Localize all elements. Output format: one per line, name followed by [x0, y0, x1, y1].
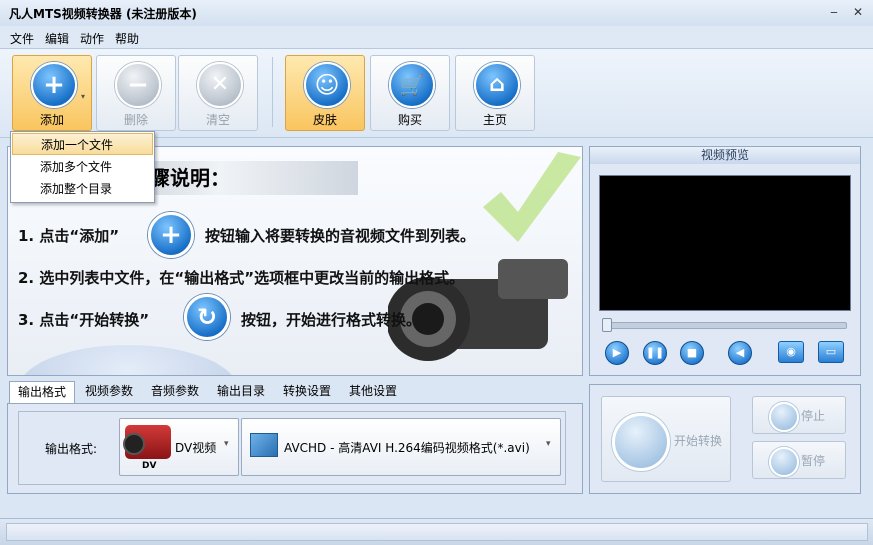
status-bar: [0, 518, 873, 545]
buy-label: 购买: [397, 113, 422, 127]
minimize-button[interactable]: ‒: [826, 5, 842, 19]
toolbar: + ▾ 添加 − 删除 ✕ 清空 ☺ 皮肤 🛒 购买 ⌂ 主页: [0, 48, 873, 138]
start-convert-button[interactable]: 开始转换: [601, 396, 731, 482]
skin-label: 皮肤: [312, 113, 337, 127]
buy-button[interactable]: 🛒 购买: [370, 55, 450, 131]
home-label: 主页: [482, 113, 507, 127]
step2-text: 2. 选中列表中文件，在“输出格式”选项框中更改当前的输出格式。: [18, 269, 465, 287]
convert-icon: ↻: [184, 294, 230, 340]
cart-icon: 🛒: [389, 62, 435, 108]
stop-label: 停止: [801, 409, 826, 423]
dv-icon-text: DV: [142, 461, 157, 471]
delete-label: 删除: [123, 113, 148, 127]
format-value: AVCHD - 高清AVI H.264编码视频格式(*.avi): [284, 441, 530, 455]
home-icon: ⌂: [474, 62, 520, 108]
smiley-icon: ☺: [304, 62, 350, 108]
add-label: 添加: [39, 113, 64, 127]
menu-action[interactable]: 动作: [80, 30, 104, 47]
close-button[interactable]: ✕: [850, 5, 866, 19]
pause-icon: [769, 447, 799, 477]
video-preview-panel: 视频预览 ▶ ❚❚ ■ ◀ ◉ ▭: [589, 146, 861, 376]
category-value: DV视频: [175, 441, 217, 455]
progress-bar: [6, 523, 868, 541]
pause-button[interactable]: 暂停: [752, 441, 846, 479]
seek-slider[interactable]: [602, 322, 847, 329]
instructions-heading: 骤说明：: [128, 161, 358, 195]
tab-audio-params[interactable]: 音频参数: [143, 381, 207, 402]
output-format-group: 输出格式: DV DV视频 ▾ AVCHD - 高清AVI H.264编码视频格…: [18, 411, 566, 485]
skin-button[interactable]: ☺ 皮肤: [285, 55, 365, 131]
tab-video-params[interactable]: 视频参数: [77, 381, 141, 402]
play-icon[interactable]: ▶: [605, 341, 629, 365]
minus-icon: −: [115, 62, 161, 108]
menu-help[interactable]: 帮助: [115, 30, 139, 47]
add-dropdown-menu: 添加一个文件 添加多个文件 添加整个目录: [10, 131, 155, 203]
menu-item-add-folder[interactable]: 添加整个目录: [12, 178, 153, 200]
tab-convert-settings[interactable]: 转换设置: [275, 381, 339, 402]
menu-bar: 文件 编辑 动作 帮助: [0, 26, 873, 48]
menu-edit[interactable]: 编辑: [45, 30, 69, 47]
start-convert-label: 开始转换: [674, 434, 723, 448]
volume-icon[interactable]: ◀: [728, 341, 752, 365]
menu-item-add-file[interactable]: 添加一个文件: [12, 133, 153, 155]
chevron-down-icon[interactable]: ▾: [81, 92, 85, 101]
output-format-tab-body: 输出格式: DV DV视频 ▾ AVCHD - 高清AVI H.264编码视频格…: [7, 403, 583, 494]
delete-button[interactable]: − 删除: [96, 55, 176, 131]
pause-icon[interactable]: ❚❚: [643, 341, 667, 365]
output-format-label: 输出格式:: [45, 442, 98, 456]
title-bar: 凡人MTS视频转换器 (未注册版本) ‒ ✕: [0, 0, 873, 26]
add-button[interactable]: + ▾ 添加: [12, 55, 92, 131]
plus-icon: +: [148, 212, 194, 258]
stop-icon[interactable]: ■: [680, 341, 704, 365]
folder-icon[interactable]: ▭: [818, 341, 844, 363]
format-select[interactable]: AVCHD - 高清AVI H.264编码视频格式(*.avi) ▾: [241, 418, 561, 476]
dv-camera-icon: [123, 425, 171, 459]
settings-tabs: 输出格式 视频参数 音频参数 输出目录 转换设置 其他设置: [7, 381, 581, 404]
seek-slider-handle[interactable]: [602, 318, 612, 332]
video-format-icon: [250, 433, 278, 457]
toolbar-divider: [272, 57, 273, 127]
chevron-down-icon[interactable]: ▾: [224, 439, 229, 449]
menu-item-add-files[interactable]: 添加多个文件: [12, 156, 153, 178]
disc-decoration: [18, 345, 238, 375]
step1-text-b: 按钮输入将要转换的音视频文件到列表。: [205, 227, 476, 245]
step1-text: 1. 点击“添加”: [18, 227, 120, 245]
chevron-down-icon[interactable]: ▾: [546, 439, 551, 449]
menu-file[interactable]: 文件: [10, 30, 34, 47]
close-x-icon: ✕: [197, 62, 243, 108]
step3-text: 3. 点击“开始转换”: [18, 311, 150, 329]
stop-icon: [769, 402, 799, 432]
window-title: 凡人MTS视频转换器 (未注册版本): [9, 7, 197, 21]
step3-text-b: 按钮，开始进行格式转换。: [241, 311, 422, 329]
camcorder-image: [388, 259, 568, 361]
clear-label: 清空: [205, 113, 230, 127]
action-panel: 开始转换 停止 暂停: [589, 384, 861, 494]
tab-output-dir[interactable]: 输出目录: [209, 381, 273, 402]
snapshot-icon[interactable]: ◉: [778, 341, 804, 363]
stop-button[interactable]: 停止: [752, 396, 846, 434]
preview-screen: [599, 175, 851, 311]
pause-label: 暂停: [801, 454, 826, 468]
home-button[interactable]: ⌂ 主页: [455, 55, 535, 131]
preview-title: 视频预览: [590, 147, 860, 164]
category-select[interactable]: DV DV视频 ▾: [119, 418, 239, 476]
convert-icon: [612, 413, 670, 471]
tab-other-settings[interactable]: 其他设置: [341, 381, 405, 402]
clear-button[interactable]: ✕ 清空: [178, 55, 258, 131]
plus-icon: +: [31, 62, 77, 108]
tab-output-format[interactable]: 输出格式: [9, 381, 75, 404]
